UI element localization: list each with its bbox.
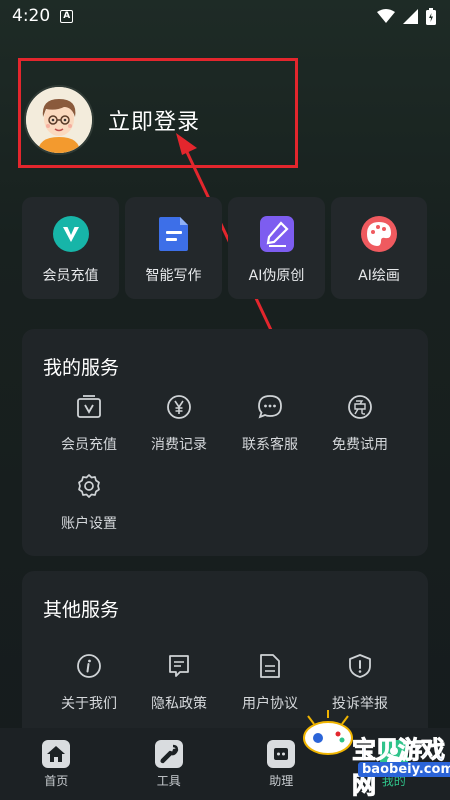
avatar-cartoon-icon [26,87,92,153]
avatar[interactable] [24,85,94,155]
battery-icon [426,7,436,25]
service-label: 联系客服 [242,437,298,453]
quick-label: AI绘画 [358,268,400,284]
agreement-icon [255,651,285,681]
home-icon [42,740,71,768]
service-free-trial[interactable]: 免费试用 [315,392,405,454]
policy-icon [164,651,194,681]
game-controller-logo [303,710,353,755]
yen-icon [164,392,194,422]
notification-a-icon: A [60,9,74,23]
signal-icon [403,8,418,24]
free-icon [345,392,375,422]
chat-icon [255,392,285,422]
gear-icon [74,471,104,501]
service-label: 关于我们 [61,696,117,712]
service-label: 用户协议 [242,696,298,712]
panel-title: 其他服务 [43,599,120,621]
info-icon [74,651,104,681]
my-services-panel: 我的服务 会员充值 消费记录 联系客服 免费试用 账户设置 [22,329,428,556]
quick-label: 智能写作 [145,268,202,284]
tab-tools[interactable]: 工具 [119,740,219,800]
quick-label: AI伪原创 [248,268,305,284]
service-consumption-record[interactable]: 消费记录 [134,392,224,454]
vip-card-icon [74,392,104,422]
service-about-us[interactable]: 关于我们 [44,651,134,713]
quick-actions: 会员充值 智能写作 AI伪原创 AI绘画 [22,197,427,299]
status-time: 4:20 [12,6,51,26]
quick-ai-painting[interactable]: AI绘画 [331,197,427,299]
login-area[interactable]: 立即登录 [24,85,200,155]
quick-label: 会员充值 [42,268,99,284]
tab-label: 首页 [44,774,69,788]
login-label[interactable]: 立即登录 [108,104,200,136]
quick-vip-recharge[interactable]: 会员充值 [22,197,119,299]
tab-label: 工具 [156,774,181,788]
wrench-icon [154,740,183,768]
document-icon [155,215,193,253]
panel-title: 我的服务 [43,357,120,379]
watermark: 宝贝游戏网 baobeiy.com [298,700,450,800]
tab-label: 助理 [269,774,294,788]
quick-ai-rewrite[interactable]: AI伪原创 [228,197,325,299]
service-label: 隐私政策 [151,696,207,712]
service-privacy-policy[interactable]: 隐私政策 [134,651,224,713]
vip-icon [52,215,90,253]
wifi-icon [377,9,395,23]
palette-icon [360,215,398,253]
service-label: 免费试用 [332,437,388,453]
service-label: 账户设置 [61,516,117,532]
watermark-url: baobeiy.com [358,762,450,777]
tab-home[interactable]: 首页 [6,740,106,800]
pen-icon [258,215,296,253]
service-label: 会员充值 [61,437,117,453]
service-account-settings[interactable]: 账户设置 [44,471,134,533]
status-bar: 4:20 A [0,0,450,32]
report-icon [345,651,375,681]
service-label: 消费记录 [151,437,207,453]
assistant-icon [267,740,296,768]
service-vip-recharge[interactable]: 会员充值 [44,392,134,454]
quick-smart-writing[interactable]: 智能写作 [125,197,222,299]
service-contact-support[interactable]: 联系客服 [225,392,315,454]
